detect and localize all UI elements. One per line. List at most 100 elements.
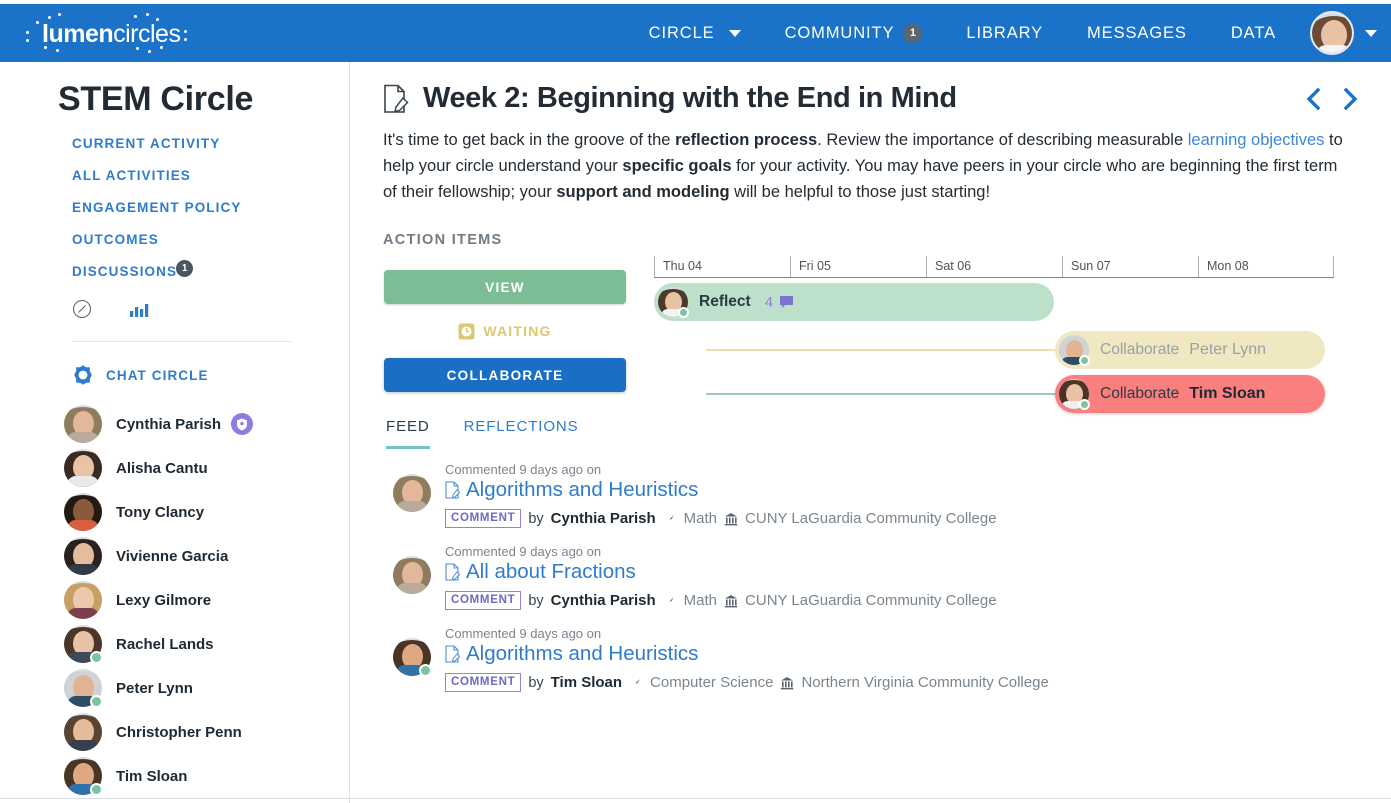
action-buttons: VIEW WAITING COLLABORATE (384, 270, 626, 392)
avatar (64, 581, 102, 619)
nav-item-community[interactable]: COMMUNITY 1 (763, 4, 945, 62)
bar-chart-icon[interactable] (129, 301, 149, 317)
compass-icon[interactable] (72, 299, 92, 319)
feed-item-title[interactable]: All about Fractions (466, 560, 636, 584)
feed-author: Cynthia Parish (550, 592, 656, 609)
member-name: Vivienne Garcia (116, 547, 229, 565)
comment-tag: COMMENT (445, 591, 522, 610)
logo-text-secondary: circles (113, 20, 181, 48)
avatar (393, 556, 431, 594)
member-list-item[interactable]: Tim Sloan (64, 754, 349, 798)
avatar (64, 669, 103, 708)
view-button[interactable]: VIEW (384, 270, 626, 304)
member-list-item[interactable]: Peter Lynn (64, 666, 349, 710)
timeline-section: VIEW WAITING COLLABORATE Thu 04 Fri 05 Sat… (351, 256, 1391, 413)
feed-by-label: by (528, 592, 544, 609)
nav-item-circle[interactable]: CIRCLE (627, 4, 763, 62)
collaborate-button[interactable]: COLLABORATE (384, 358, 626, 392)
feed-item[interactable]: Commented 9 days ago on Algorithms and He… (393, 626, 1391, 692)
avatar (64, 757, 103, 796)
app-logo[interactable]: lumencircles (24, 13, 210, 53)
intro-bold-2: specific goals (622, 157, 732, 175)
sidebar-item-label: ALL ACTIVITIES (72, 168, 191, 183)
nav-item-data[interactable]: DATA (1209, 4, 1298, 62)
chevron-left-icon[interactable] (1303, 86, 1325, 112)
feed-item-title[interactable]: Algorithms and Heuristics (466, 478, 698, 502)
document-edit-icon (445, 481, 460, 499)
feed-institution: CUNY LaGuardia Community College (745, 510, 997, 527)
timeline-day-header: Fri 05 (790, 256, 926, 277)
timeline-chip-peter-lynn[interactable]: Collaborate Peter Lynn (1055, 331, 1325, 369)
sidebar-item-label: CURRENT ACTIVITY (72, 136, 221, 151)
intro-seg-2: . Review the importance of describing me… (817, 131, 1188, 149)
sidebar-item-label: OUTCOMES (72, 232, 159, 247)
intro-paragraph: It's time to get back in the groove of t… (383, 127, 1343, 205)
nav-item-library-label: LIBRARY (966, 23, 1044, 42)
sidebar-item-outcomes[interactable]: OUTCOMES (72, 232, 159, 247)
avatar (64, 537, 102, 575)
main-bottom-rule (351, 798, 1391, 799)
nav-item-data-label: DATA (1230, 23, 1276, 42)
feed-timestamp: Commented 9 days ago on (445, 544, 602, 559)
feed-subject: Computer Science (650, 674, 774, 691)
timeline-chip-tim-sloan[interactable]: Collaborate Tim Sloan (1055, 375, 1325, 413)
feed-item[interactable]: Commented 9 days ago on All about Fractio… (393, 544, 1391, 610)
intro-seg-5: will be helpful to those just starting! (729, 183, 991, 201)
tab-feed[interactable]: FEED (386, 418, 430, 449)
member-list-item[interactable]: Cynthia Parish (64, 402, 349, 446)
sidebar-item-all-activities[interactable]: ALL ACTIVITIES (72, 168, 191, 183)
chat-circle-button[interactable]: CHAT CIRCLE (72, 364, 349, 386)
waiting-status: WAITING (384, 314, 626, 348)
sidebar-item-engagement-policy[interactable]: ENGAGEMENT POLICY (72, 200, 241, 215)
timeline-chip-reflect[interactable]: Reflect 4 (654, 283, 1054, 321)
document-edit-icon (384, 84, 409, 113)
learning-objectives-link[interactable]: learning objectives (1188, 131, 1325, 149)
avatar (64, 713, 102, 751)
feed-subject: Math (683, 592, 718, 609)
nav-item-messages[interactable]: MESSAGES (1065, 4, 1209, 62)
nav-item-messages-label: MESSAGES (1087, 23, 1187, 42)
feed-by-label: by (528, 510, 544, 527)
timeline-connector-tim (706, 393, 1058, 395)
avatar (1059, 335, 1090, 366)
sidebar-item-discussions[interactable]: DISCUSSIONS 1 (72, 260, 194, 279)
chevron-down-icon (1365, 29, 1377, 37)
feed-timestamp: Commented 9 days ago on (445, 462, 602, 477)
avatar (393, 474, 431, 512)
member-list-item[interactable]: Lexy Gilmore (64, 578, 349, 622)
tab-reflections[interactable]: REFLECTIONS (464, 418, 579, 449)
top-navigation-bar: lumencircles CIRCLE COMMUNITY 1 LIBRARY … (0, 4, 1391, 62)
online-indicator (419, 664, 432, 677)
feed-item-title[interactable]: Algorithms and Heuristics (466, 642, 698, 666)
shield-icon (231, 413, 254, 435)
avatar (658, 287, 689, 318)
feed-author: Cynthia Parish (550, 510, 656, 527)
document-edit-icon (445, 563, 460, 581)
chip-action-label: Reflect (699, 293, 751, 310)
member-list-item[interactable]: Tony Clancy (64, 490, 349, 534)
compass-small-icon (665, 514, 674, 523)
sidebar-icon-row (72, 299, 349, 319)
intro-bold-3: support and modeling (556, 183, 730, 201)
member-list-item[interactable]: Alisha Cantu (64, 446, 349, 490)
page-header: Week 2: Beginning with the End in Mind (351, 62, 1391, 115)
feed-item[interactable]: Commented 9 days ago on Algorithms and He… (393, 462, 1391, 528)
comment-bubble-icon (780, 296, 794, 308)
avatar (64, 625, 103, 664)
sidebar-item-current-activity[interactable]: CURRENT ACTIVITY (72, 136, 220, 151)
intro-seg-1: It's time to get back in the groove of t… (383, 131, 676, 149)
member-list-item[interactable]: Christopher Penn (64, 710, 349, 754)
document-edit-icon (445, 645, 460, 663)
user-menu[interactable] (1298, 11, 1391, 55)
chevron-right-icon[interactable] (1339, 86, 1361, 112)
sidebar-divider (72, 341, 291, 342)
discussions-badge: 1 (176, 260, 194, 277)
circle-title: STEM Circle (58, 80, 254, 118)
timeline-connector-peter (706, 349, 1058, 351)
page-title: Week 2: Beginning with the End in Mind (423, 82, 957, 114)
member-list-item[interactable]: Vivienne Garcia (64, 534, 349, 578)
nav-item-library[interactable]: LIBRARY (944, 4, 1065, 62)
avatar (1059, 379, 1090, 410)
member-list-item[interactable]: Rachel Lands (64, 622, 349, 666)
online-indicator (678, 307, 689, 318)
